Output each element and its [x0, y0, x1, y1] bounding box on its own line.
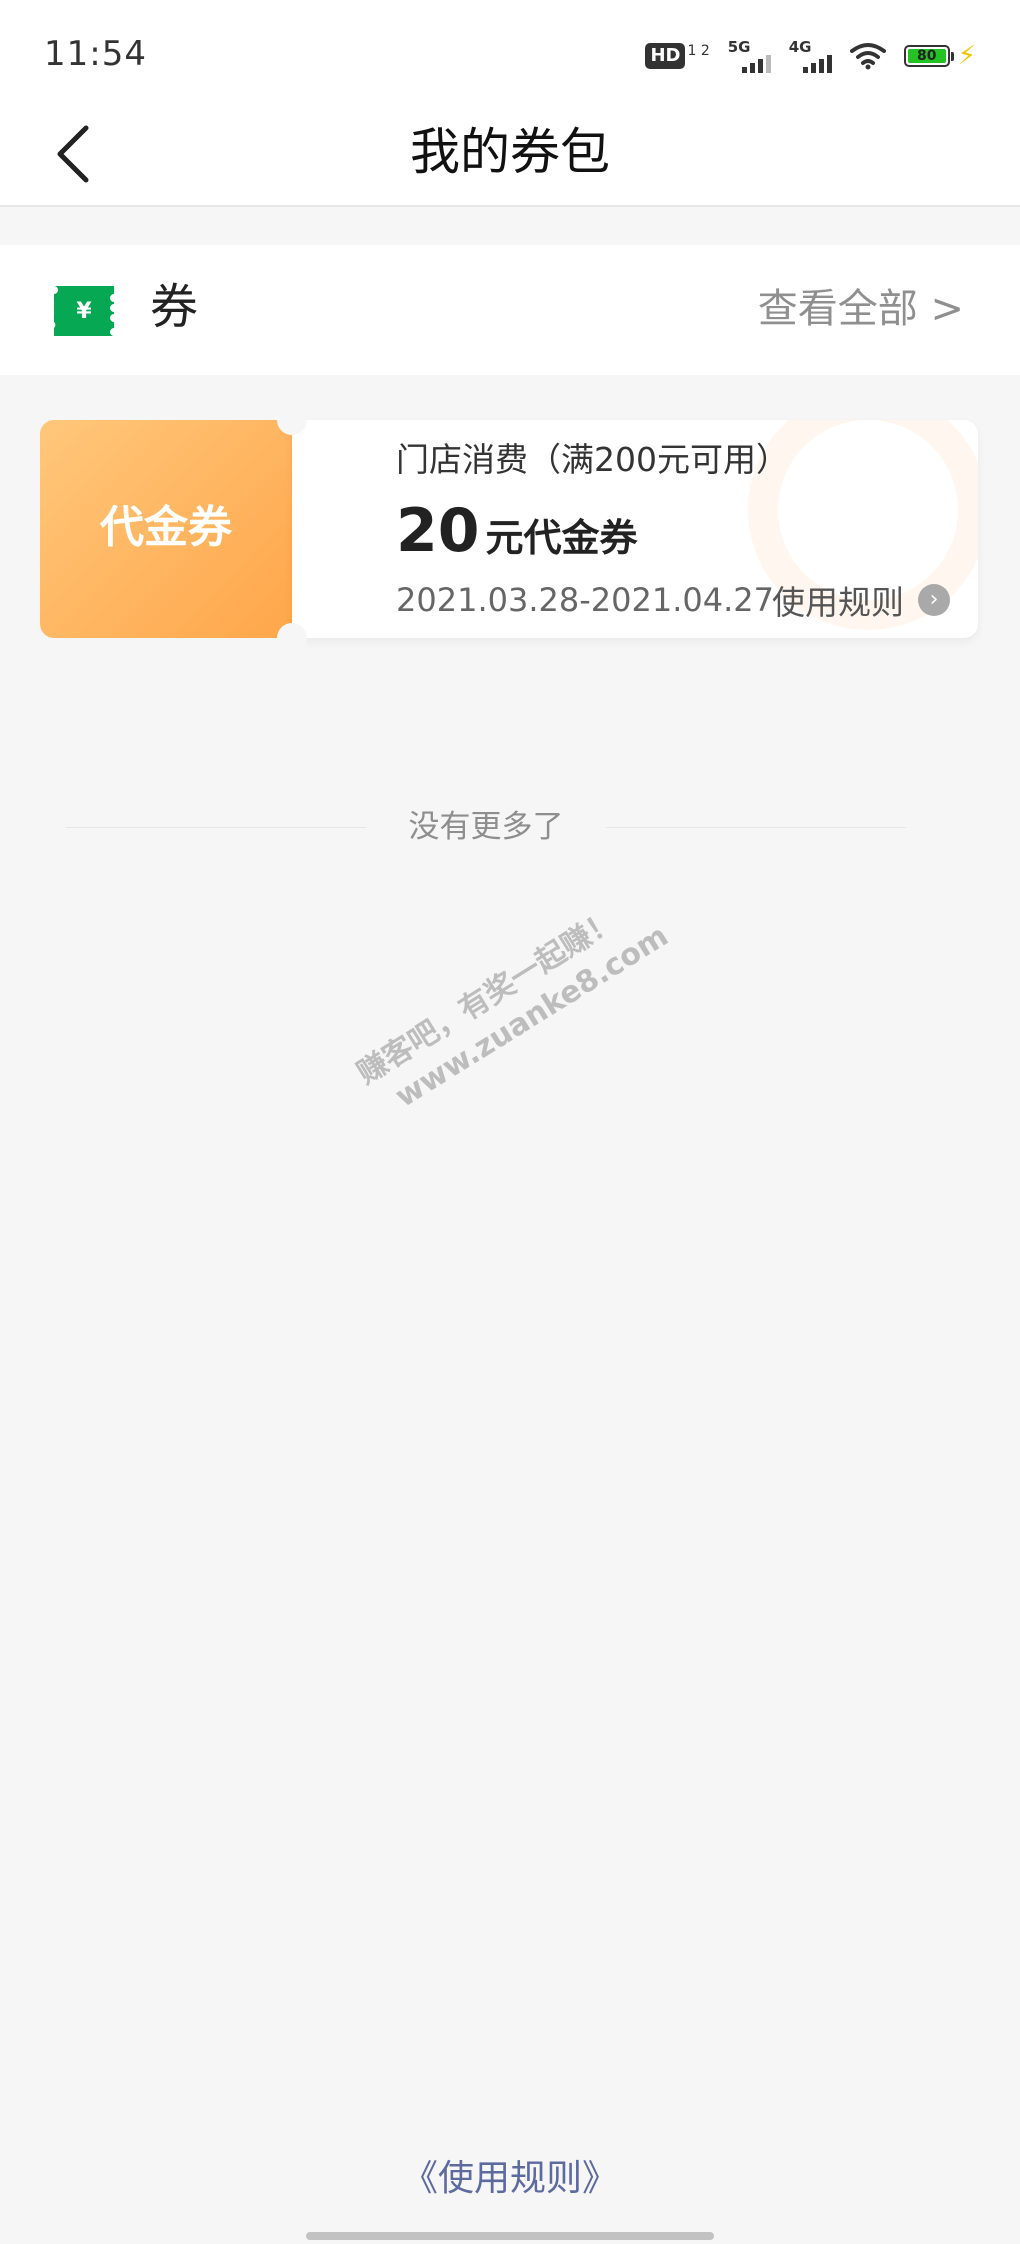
battery-icon: 80 ⚡ [903, 41, 976, 71]
usage-rules-link[interactable]: 《使用规则》 [0, 2155, 1020, 2203]
signal-5g-label: 5G [727, 37, 751, 56]
coupon-notch-bottom [277, 623, 307, 653]
coupon-notch-top [277, 405, 307, 435]
coupon-amount-row: 20 元代金券 [396, 496, 638, 566]
hd-sub-label: 1 2 [687, 43, 710, 59]
site-watermark: 赚客吧，有奖一起赚！ www.zuanke8.com [350, 883, 676, 1128]
coupon-details: 门店消费（满200元可用） 20 元代金券 2021.03.28-2021.04… [292, 420, 978, 638]
voucher-section-header: ¥ 券 查看全部 > [0, 245, 1020, 375]
page-title: 我的券包 [410, 123, 610, 181]
coupon-validity: 2021.03.28-2021.04.27 [396, 581, 774, 619]
ticket-icon: ¥ [54, 286, 114, 336]
list-end-text: 没有更多了 [408, 809, 564, 845]
status-bar: 11:54 HD 1 2 5G 4G 80 ⚡ [0, 0, 1020, 100]
signal-5g-icon: 5G [727, 37, 771, 73]
hd-icon: HD 1 2 [645, 43, 710, 69]
coupon-amount: 20 [396, 496, 480, 566]
section-title: 券 [150, 279, 199, 335]
coupon-rules-label: 使用规则 [772, 583, 904, 622]
status-icons: HD 1 2 5G 4G 80 ⚡ [645, 36, 976, 76]
coupon-rules-link[interactable]: 使用规则 › [772, 576, 950, 624]
chevron-right-icon: › [918, 584, 950, 616]
signal-4g-label: 4G [788, 37, 812, 56]
status-time: 11:54 [44, 34, 147, 74]
list-end-divider: 没有更多了 [66, 805, 906, 849]
coupon-amount-unit: 元代金券 [485, 516, 638, 560]
ticket-icon-symbol: ¥ [76, 299, 92, 324]
view-all-link[interactable]: 查看全部 > [758, 285, 964, 333]
signal-4g-icon: 4G [788, 37, 832, 73]
coupon-condition: 门店消费（满200元可用） [396, 440, 789, 479]
wifi-icon [849, 43, 886, 70]
nav-bar: 我的券包 [0, 100, 1020, 207]
charging-icon: ⚡ [957, 41, 976, 71]
home-indicator[interactable] [306, 2232, 714, 2240]
coupon-type-label: 代金券 [100, 502, 232, 553]
hd-label: HD [645, 43, 686, 69]
coupon-card[interactable]: 代金券 门店消费（满200元可用） 20 元代金券 2021.03.28-202… [34, 405, 980, 653]
battery-level: 80 [907, 49, 946, 63]
coupon-type-stub: 代金券 [34, 420, 292, 638]
